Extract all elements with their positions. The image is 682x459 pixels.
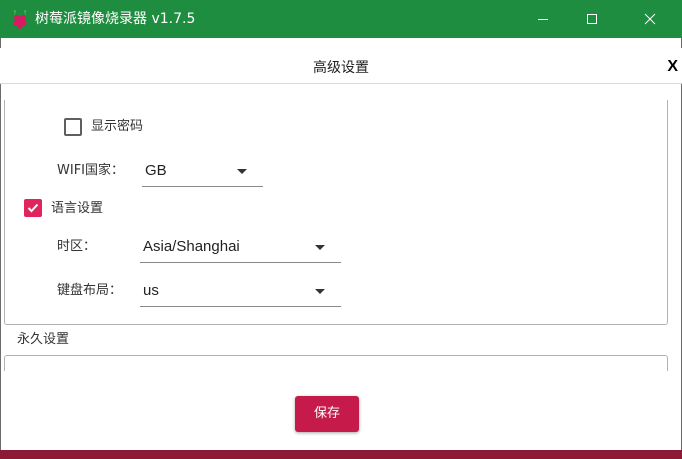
maximize-icon: [587, 14, 597, 24]
wifi-country-value: GB: [145, 162, 167, 179]
locale-settings-checkbox[interactable]: [24, 199, 42, 217]
permanent-settings-label: 永久设置: [17, 332, 70, 347]
timezone-label: 时区：: [57, 239, 97, 254]
keyboard-layout-value: us: [143, 282, 159, 299]
locale-settings-label[interactable]: 语言设置: [51, 200, 103, 218]
keyboard-layout-select[interactable]: us: [140, 275, 341, 307]
dialog-title: 高级设置: [313, 60, 369, 76]
minimize-button[interactable]: [520, 0, 566, 38]
chevron-down-icon: [237, 169, 247, 174]
chevron-down-icon: [315, 245, 325, 250]
keyboard-layout-label: 键盘布局：: [57, 283, 123, 298]
show-password-label[interactable]: 显示密码: [91, 118, 143, 136]
timezone-select[interactable]: Asia/Shanghai: [140, 231, 341, 263]
show-password-checkbox[interactable]: [64, 118, 82, 136]
bottom-bar: [0, 450, 682, 459]
dialog-header: 高级设置 X: [0, 48, 682, 84]
raspberry-pi-logo-icon: [13, 10, 27, 29]
save-button[interactable]: 保存: [295, 396, 359, 432]
title-bar[interactable]: 树莓派镜像烧录器 v1.7.5: [0, 0, 682, 38]
wifi-country-select[interactable]: GB: [142, 155, 263, 187]
close-window-button[interactable]: [627, 0, 673, 38]
imager-window: 树莓派镜像烧录器 v1.7.5 高级设置 X 显示密码 WIFI国家： GB 语…: [0, 0, 682, 459]
window-title: 树莓派镜像烧录器 v1.7.5: [35, 11, 196, 27]
maximize-button[interactable]: [569, 0, 615, 38]
wifi-country-label: WIFI国家：: [57, 163, 124, 178]
checkmark-icon: [27, 203, 39, 213]
close-icon: [644, 13, 656, 25]
chevron-down-icon: [315, 289, 325, 294]
dialog-close-button[interactable]: X: [667, 57, 678, 77]
permanent-settings-panel[interactable]: [4, 355, 668, 371]
timezone-value: Asia/Shanghai: [143, 238, 240, 255]
minimize-icon: [538, 19, 548, 20]
